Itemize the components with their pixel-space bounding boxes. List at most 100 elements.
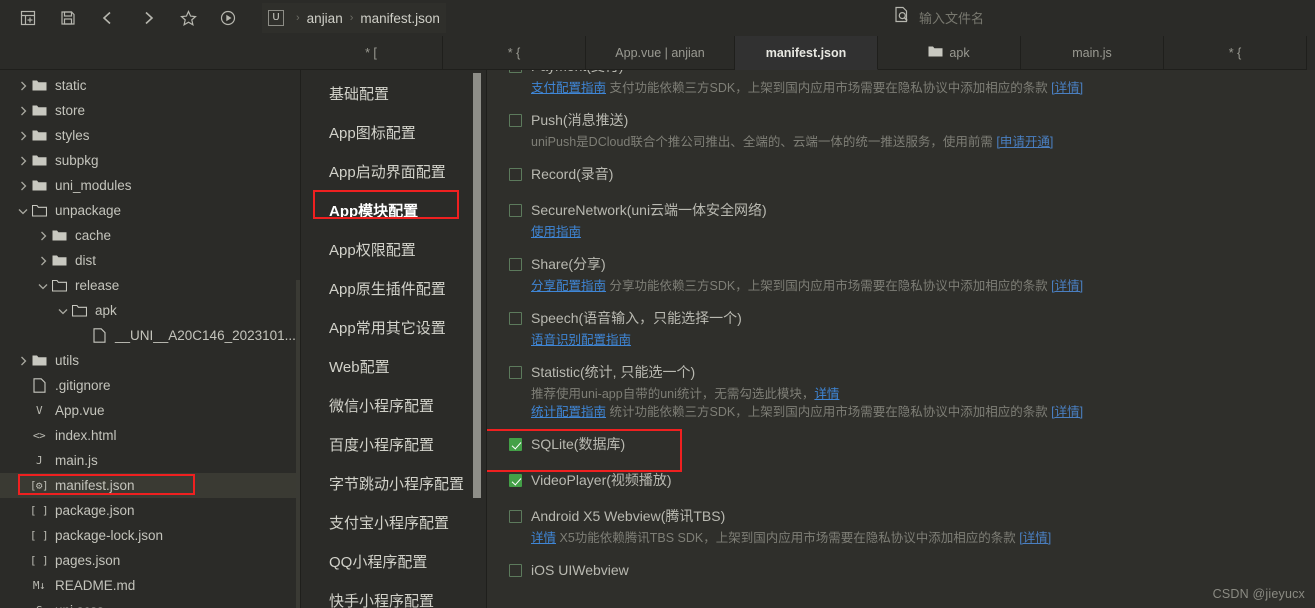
chevron-right-icon[interactable] <box>36 254 50 268</box>
run-icon[interactable] <box>208 3 248 33</box>
filetype-badge-text: J <box>35 454 43 467</box>
hbuilderx-window: U › anjian › manifest.json 输入文件名 * [ * { A… <box>0 0 1315 608</box>
checkbox-checked[interactable] <box>509 438 522 451</box>
explorer-item-package-lock.json[interactable]: [ ] package-lock.json <box>0 523 300 548</box>
chevron-down-icon[interactable] <box>56 304 70 318</box>
explorer-item-subpkg[interactable]: subpkg <box>0 148 300 173</box>
filetype-badge-icon: M↓ <box>30 579 48 592</box>
back-arrow-icon[interactable] <box>88 3 128 33</box>
breadcrumb-file[interactable]: manifest.json <box>360 11 440 26</box>
checkbox-unchecked[interactable] <box>509 114 522 127</box>
chevron-right-icon[interactable] <box>16 354 30 368</box>
doc-link[interactable]: 统计配置指南 <box>531 405 606 419</box>
explorer-item-static[interactable]: static <box>0 73 300 98</box>
tab-apk[interactable]: apk <box>878 36 1021 70</box>
nav-item-6[interactable]: App常用其它设置 <box>301 308 486 347</box>
detail-link[interactable]: [详情] <box>1051 81 1083 95</box>
explorer-item-package.json[interactable]: [ ] package.json <box>0 498 300 523</box>
explorer-item-uni_modules[interactable]: uni_modules <box>0 173 300 198</box>
breadcrumb[interactable]: U › anjian › manifest.json <box>262 3 446 33</box>
explorer-item-app.vue[interactable]: V App.vue <box>0 398 300 423</box>
detail-link[interactable]: [详情] <box>1051 279 1083 293</box>
checkbox-unchecked[interactable] <box>509 366 522 379</box>
tab--[interactable]: * { <box>1164 36 1307 70</box>
nav-item-3[interactable]: App模块配置 <box>301 191 486 230</box>
explorer-item-index.html[interactable]: <> index.html <box>0 423 300 448</box>
checkbox-unchecked[interactable] <box>509 312 522 325</box>
nav-item-11[interactable]: 支付宝小程序配置 <box>301 503 486 542</box>
explorer-item-release[interactable]: release <box>0 273 300 298</box>
filetype-badge-icon: [ ] <box>30 554 49 567</box>
explorer-item-.gitignore[interactable]: .gitignore <box>0 373 300 398</box>
nav-item-7[interactable]: Web配置 <box>301 347 486 386</box>
nav-item-5[interactable]: App原生插件配置 <box>301 269 486 308</box>
forward-arrow-icon[interactable] <box>128 3 168 33</box>
checkbox-unchecked[interactable] <box>509 204 522 217</box>
chevron-down-icon[interactable] <box>36 279 50 293</box>
toolbar-button-group <box>0 3 248 33</box>
nav-item-1[interactable]: App图标配置 <box>301 113 486 152</box>
file-search-placeholder: 输入文件名 <box>919 10 985 26</box>
explorer-item-main.js[interactable]: Jmain.js <box>0 448 300 473</box>
checkbox-checked[interactable] <box>509 474 522 487</box>
doc-link[interactable]: 支付配置指南 <box>531 81 606 95</box>
chevron-right-icon[interactable] <box>16 129 30 143</box>
detail-link[interactable]: [申请开通] <box>996 135 1053 149</box>
explorer-item-store[interactable]: store <box>0 98 300 123</box>
filetype-badge-icon: [ ] <box>30 529 49 542</box>
explorer-item-cache[interactable]: cache <box>0 223 300 248</box>
tab-app-vue-anjian[interactable]: App.vue | anjian <box>586 36 735 70</box>
tab--[interactable]: * [ <box>300 36 443 70</box>
checkbox-unchecked[interactable] <box>509 168 522 181</box>
detail-link[interactable]: [详情] <box>1051 405 1083 419</box>
explorer-item-uni.scss[interactable]: Suni.scss <box>0 598 300 608</box>
nav-item-0[interactable]: 基础配置 <box>301 74 486 113</box>
doc-link[interactable]: 使用指南 <box>531 225 581 239</box>
chevron-down-icon[interactable] <box>16 204 30 218</box>
explorer-item-unpackage[interactable]: unpackage <box>0 198 300 223</box>
tab-label: * { <box>507 45 521 60</box>
chevron-right-icon[interactable] <box>16 179 30 193</box>
checkbox-unchecked[interactable] <box>509 564 522 577</box>
module-title: Speech(语音输入，只能选择一个) <box>531 310 742 326</box>
save-icon[interactable] <box>48 3 88 33</box>
chevron-right-icon[interactable] <box>36 229 50 243</box>
chevron-right-icon[interactable] <box>16 104 30 118</box>
star-icon[interactable] <box>168 3 208 33</box>
main-area: static store styles subpkg uni_modules unpack… <box>0 70 1315 608</box>
nav-item-13[interactable]: 快手小程序配置 <box>301 581 486 608</box>
explorer-item-__uni__a20c146_2023101...[interactable]: __UNI__A20C146_2023101... <box>0 323 300 348</box>
chevron-right-icon[interactable] <box>16 154 30 168</box>
tab--[interactable]: * { <box>443 36 586 70</box>
nav-item-12[interactable]: QQ小程序配置 <box>301 542 486 581</box>
explorer-scrollbar[interactable] <box>296 280 300 608</box>
explorer-item-manifest.json[interactable]: [⚙] manifest.json <box>0 473 300 498</box>
checkbox-unchecked[interactable] <box>509 70 522 73</box>
nav-item-9[interactable]: 百度小程序配置 <box>301 425 486 464</box>
doc-link[interactable]: 详情 <box>531 531 556 545</box>
doc-link[interactable]: 分享配置指南 <box>531 279 606 293</box>
explorer-item-styles[interactable]: styles <box>0 123 300 148</box>
tab-manifest-json[interactable]: manifest.json <box>735 36 878 70</box>
doc-link[interactable]: 详情 <box>814 387 839 401</box>
tab-main-js[interactable]: main.js <box>1021 36 1164 70</box>
explorer-item-apk[interactable]: apk <box>0 298 300 323</box>
detail-link[interactable]: [详情] <box>1019 531 1051 545</box>
chevron-right-icon[interactable] <box>16 79 30 93</box>
new-file-icon[interactable] <box>8 3 48 33</box>
file-search-box[interactable]: 输入文件名 <box>893 5 984 29</box>
explorer-item-dist[interactable]: dist <box>0 248 300 273</box>
explorer-item-pages.json[interactable]: [ ] pages.json <box>0 548 300 573</box>
doc-link[interactable]: 语音识别配置指南 <box>531 333 631 347</box>
nav-item-8[interactable]: 微信小程序配置 <box>301 386 486 425</box>
checkbox-unchecked[interactable] <box>509 258 522 271</box>
no-chevron <box>76 329 90 343</box>
nav-item-2[interactable]: App启动界面配置 <box>301 152 486 191</box>
explorer-item-utils[interactable]: utils <box>0 348 300 373</box>
nav-item-4[interactable]: App权限配置 <box>301 230 486 269</box>
checkbox-unchecked[interactable] <box>509 510 522 523</box>
nav-item-10[interactable]: 字节跳动小程序配置 <box>301 464 486 503</box>
explorer-item-readme.md[interactable]: M↓ README.md <box>0 573 300 598</box>
nav-scrollbar[interactable] <box>473 73 481 498</box>
breadcrumb-project[interactable]: anjian <box>307 11 343 26</box>
